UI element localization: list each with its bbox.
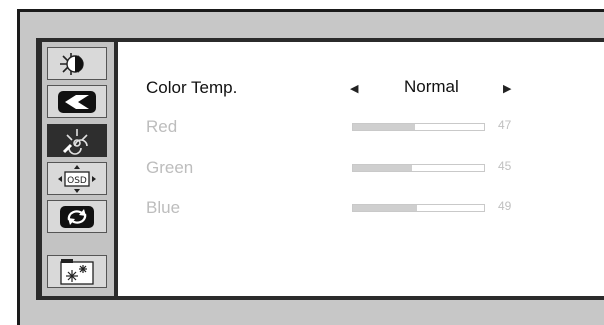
red-level-fill xyxy=(353,124,415,130)
misc-settings-icon xyxy=(60,258,94,285)
green-level-fill xyxy=(353,165,412,171)
menu-item-image-setup[interactable] xyxy=(47,85,107,118)
brightness-contrast-icon xyxy=(60,52,84,75)
monitor-osd-frame: OSD Color Temp. ◀ Normal ▶ Red 47 Green … xyxy=(17,9,604,325)
red-level-bar[interactable] xyxy=(352,123,485,131)
menu-item-brightness[interactable] xyxy=(47,47,107,80)
color-temp-label: Color Temp. xyxy=(146,78,238,97)
red-label: Red xyxy=(146,117,178,136)
blue-level-bar[interactable] xyxy=(352,204,485,212)
red-value: 47 xyxy=(498,118,512,132)
settings-content: Color Temp. ◀ Normal ▶ Red 47 Green 45 B… xyxy=(118,42,604,296)
osd-panel: OSD Color Temp. ◀ Normal ▶ Red 47 Green … xyxy=(36,38,604,300)
blue-level-fill xyxy=(353,205,418,211)
menu-item-misc[interactable] xyxy=(47,255,107,288)
menu-item-color[interactable] xyxy=(47,124,107,157)
menu-sidebar: OSD xyxy=(42,42,114,296)
image-setup-icon xyxy=(58,90,96,113)
green-label: Green xyxy=(146,158,194,177)
color-settings-icon xyxy=(62,128,88,155)
green-value: 45 xyxy=(498,159,512,173)
color-temp-prev-arrow-icon[interactable]: ◀ xyxy=(350,82,358,95)
menu-item-reset[interactable] xyxy=(47,200,107,233)
menu-item-osd[interactable]: OSD xyxy=(47,162,107,195)
color-temp-next-arrow-icon[interactable]: ▶ xyxy=(503,82,511,95)
blue-label: Blue xyxy=(146,198,181,217)
color-temp-value: Normal xyxy=(404,77,459,96)
osd-settings-icon: OSD xyxy=(58,164,96,193)
svg-text:OSD: OSD xyxy=(67,176,87,186)
blue-value: 49 xyxy=(498,199,512,213)
reset-icon xyxy=(60,205,94,228)
green-level-bar[interactable] xyxy=(352,164,485,172)
